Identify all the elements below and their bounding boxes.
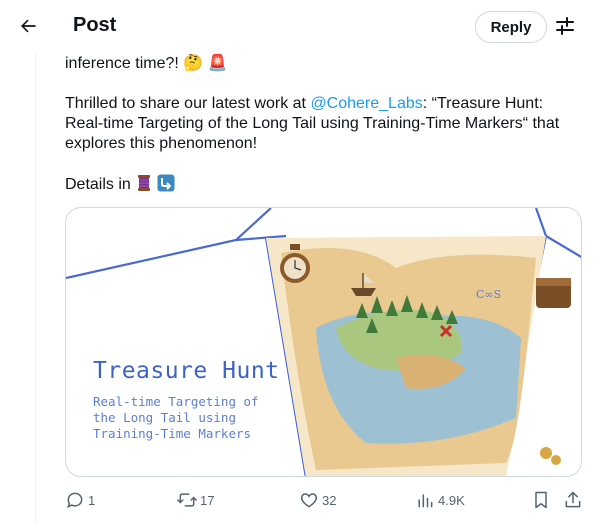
arrow-down-right-icon [157,174,175,198]
thread-spool-icon [135,174,153,198]
heart-icon [300,493,318,508]
view-count: 4.9K [438,492,465,508]
card-subtitle: Real-time Targeting of the Long Tail usi… [93,394,259,441]
like-action[interactable]: 32 [299,488,336,512]
card-title: Treasure Hunt [93,358,280,384]
link-card[interactable]: C∞S Treasure Hunt Real-time Targeting of… [65,207,582,477]
repost-icon [177,493,197,507]
bookmark-icon [535,491,547,509]
repost-action[interactable]: 17 [177,488,214,512]
details-line: Details in [65,174,175,198]
tune-button[interactable] [553,14,577,38]
reply-action[interactable]: 1 [65,488,95,512]
analytics-icon [418,494,433,508]
svg-text:C∞S: C∞S [476,288,501,301]
reply-button[interactable]: Reply [475,11,547,43]
comment-icon [67,492,83,509]
share-button[interactable] [563,488,583,512]
page-title: Post [73,14,117,36]
thread-line [35,52,36,523]
repost-count: 17 [200,492,215,508]
arrow-left-icon [21,19,36,33]
reply-count: 1 [88,492,96,508]
views-action[interactable]: 4.9K [415,488,465,512]
para-prefix: Thrilled to share our latest work at [65,95,311,112]
post-paragraph: Thrilled to share our latest work at @Co… [65,94,575,154]
share-icon [565,491,581,508]
bookmark-button[interactable] [531,488,551,512]
action-bar: 1 17 32 4.9K [65,488,585,512]
header-bar: Post Reply [0,0,599,53]
like-count: 32 [322,492,337,508]
mention-link[interactable]: @Cohere_Labs [310,95,422,112]
back-button[interactable] [14,12,42,40]
tune-icon [556,17,574,35]
post-text-line: inference time?! 🤔 🚨 [65,55,228,72]
details-text: Details in [65,176,131,193]
